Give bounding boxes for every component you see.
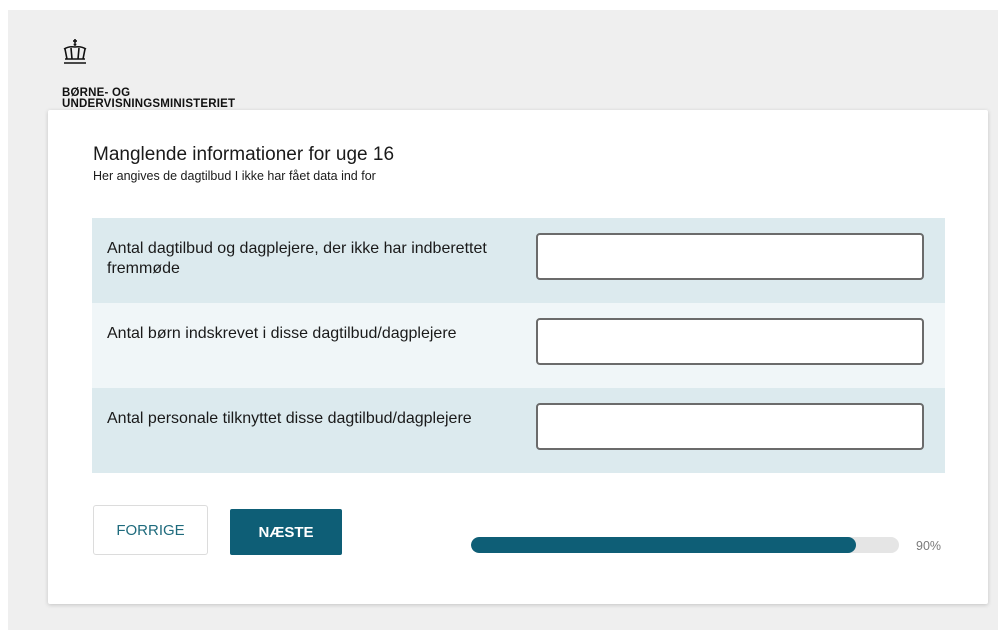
form-row-staff-attached: Antal personale tilknyttet disse dagtilb… <box>92 388 945 473</box>
form-card: Manglende informationer for uge 16 Her a… <box>48 110 988 604</box>
page-background: BØRNE- OG UNDERVISNINGSMINISTERIET Mangl… <box>8 10 998 630</box>
form-row-missing-facilities: Antal dagtilbud og dagplejere, der ikke … <box>92 218 945 303</box>
children-enrolled-input[interactable] <box>536 318 924 365</box>
form-table: Antal dagtilbud og dagplejere, der ikke … <box>92 218 945 473</box>
progress-fill <box>471 537 857 553</box>
crown-icon <box>63 39 87 64</box>
form-row-children-enrolled: Antal børn indskrevet i disse dagtilbud/… <box>92 303 945 388</box>
progress-bar <box>471 537 899 553</box>
ministry-name: BØRNE- OG UNDERVISNINGSMINISTERIET <box>62 87 236 110</box>
progress-label: 90% <box>916 539 942 553</box>
row-label: Antal børn indskrevet i disse dagtilbud/… <box>107 325 457 342</box>
previous-button[interactable]: FORRIGE <box>93 505 208 555</box>
missing-facilities-input[interactable] <box>536 233 924 280</box>
page-title: Manglende informationer for uge 16 <box>93 144 395 165</box>
row-label: Antal personale tilknyttet disse dagtilb… <box>107 410 472 427</box>
row-label: Antal dagtilbud og dagplejere, der ikke … <box>107 240 487 277</box>
next-button[interactable]: NÆSTE <box>230 509 342 555</box>
staff-attached-input[interactable] <box>536 403 924 450</box>
page-subtitle: Her angives de dagtilbud I ikke har fået… <box>93 169 376 183</box>
